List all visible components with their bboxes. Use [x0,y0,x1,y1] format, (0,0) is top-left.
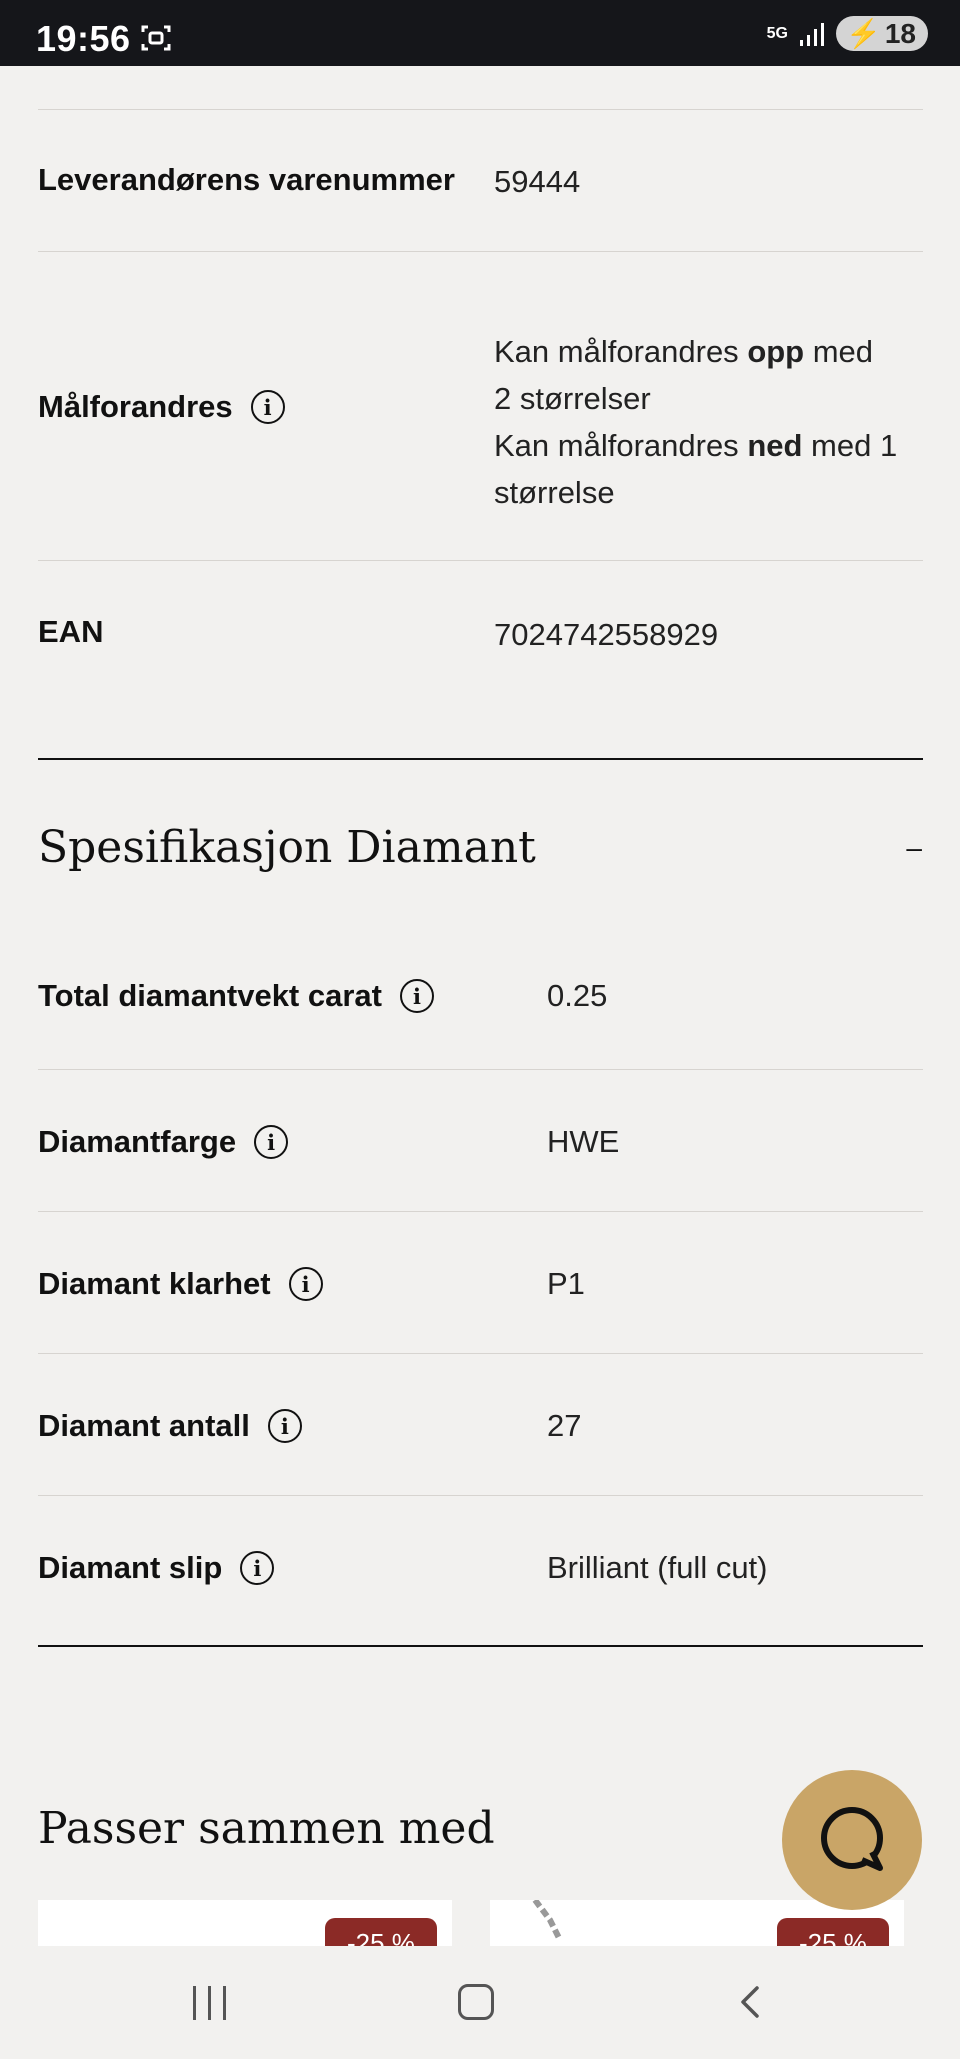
chat-icon [821,1807,883,1871]
resize-label: Målforandres i [38,389,285,425]
battery-indicator: ⚡ 18 [835,16,928,51]
recent-apps-button[interactable] [193,1986,226,2020]
divider [38,1495,923,1496]
diamond-weight-value: 0.25 [547,978,608,1013]
info-icon[interactable]: i [254,1125,289,1159]
diamond-count-value: 27 [547,1408,582,1443]
diamond-section-title[interactable]: Spesifikasjon Diamant [38,822,536,873]
ean-value: 7024742558929 [494,617,719,652]
divider [38,1069,923,1070]
back-button[interactable] [733,1984,769,2020]
divider [38,1211,923,1212]
related-title: Passer sammen med [38,1803,495,1854]
resize-line-2: 2 størrelser [494,381,651,416]
discount-badge: -25 % [325,1918,437,1946]
diamond-cut-value: Brilliant (full cut) [547,1550,768,1585]
chat-button[interactable] [782,1770,922,1910]
ean-label: EAN [38,614,104,649]
supplier-number-label: Leverandørens varenummer [38,162,455,197]
diamond-weight-label: Total diamantvekt carat i [38,978,434,1014]
network-5g-icon: 5G [766,24,788,42]
diamond-count-label: Diamant antall i [38,1408,302,1444]
diamond-clarity-label: Diamant klarhet i [38,1266,323,1302]
diamond-color-value: HWE [547,1124,620,1159]
resize-value: Kan målforandres opp med 2 størrelser Ka… [494,328,897,516]
info-icon[interactable]: i [240,1551,275,1585]
section-divider [38,758,923,760]
collapse-button[interactable]: – [906,832,922,864]
product-card[interactable]: -25 % [38,1900,452,1946]
signal-icon [799,22,824,46]
charging-icon: ⚡ [845,18,881,49]
info-icon[interactable]: i [288,1267,323,1301]
status-bar: 19:56 5G ⚡ 18 [0,0,960,66]
discount-badge: -25 % [777,1918,889,1946]
diamond-cut-label: Diamant slip i [38,1550,275,1586]
status-time: 19:56 [36,18,131,59]
divider [38,1353,923,1354]
screenshot-icon [141,25,171,51]
battery-level: 18 [884,17,916,49]
resize-line-1: Kan målforandres opp med [494,334,874,369]
info-icon[interactable]: i [399,979,434,1013]
home-button[interactable] [458,1984,494,2020]
diamond-color-label: Diamantfarge i [38,1124,289,1160]
diamond-clarity-value: P1 [547,1266,585,1301]
status-icons: 5G ⚡ 18 [767,16,928,51]
resize-line-3: Kan målforandres ned med 1 [494,428,898,463]
supplier-number-value: 59444 [494,164,581,199]
section-divider [38,1645,923,1647]
info-icon[interactable]: i [267,1409,302,1443]
divider [38,109,923,110]
divider [38,560,923,561]
resize-line-4: størrelse [494,475,615,510]
system-nav-bar [0,1946,960,2059]
info-icon[interactable]: i [250,390,285,424]
divider [38,251,923,252]
chain-image [532,1900,563,1942]
